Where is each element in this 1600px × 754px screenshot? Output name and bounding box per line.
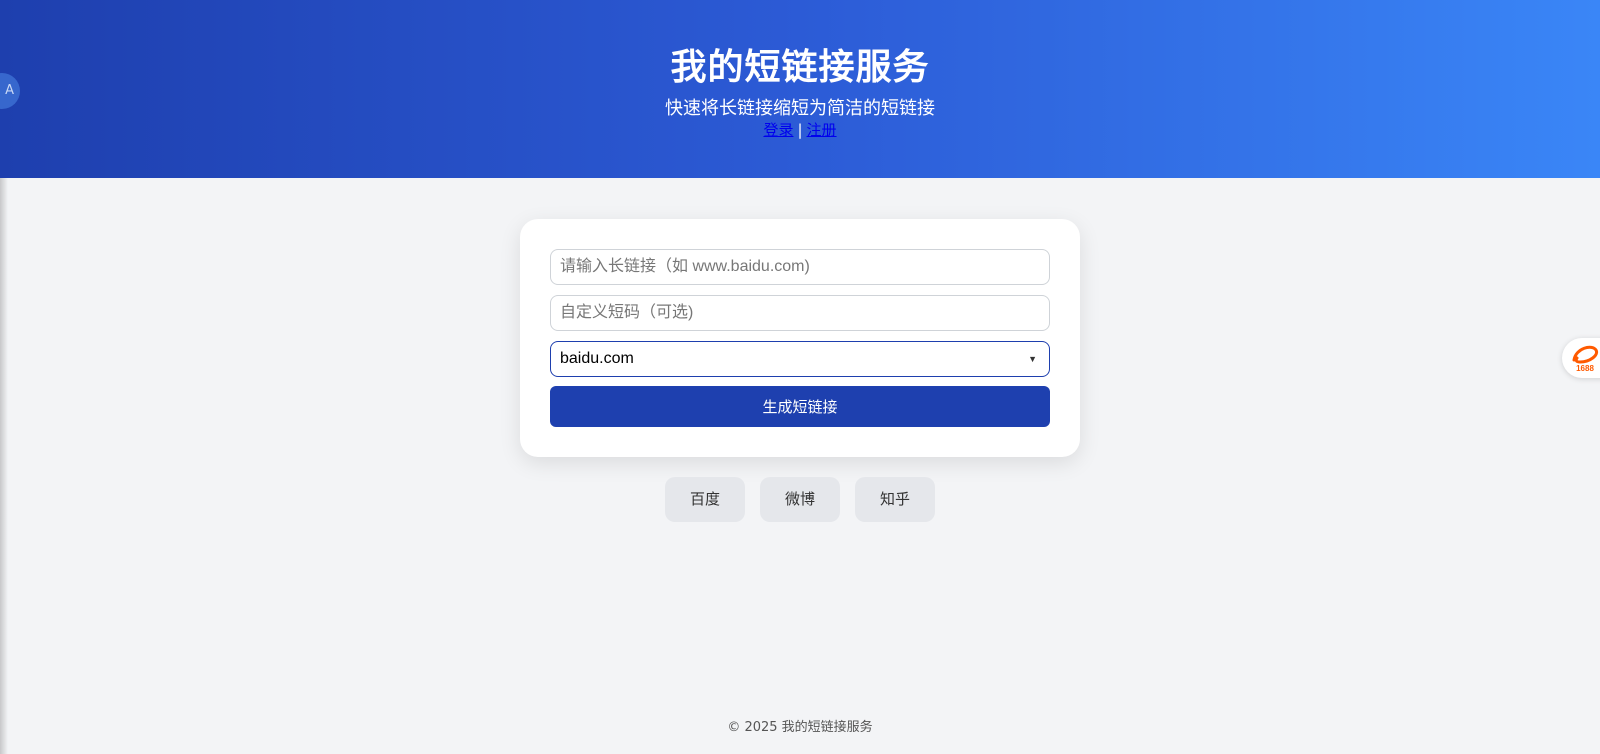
quick-link-zhihu[interactable]: 知乎	[855, 477, 935, 522]
page-subtitle: 快速将长链接缩短为简洁的短链接	[665, 98, 935, 119]
login-link[interactable]: 登录	[763, 121, 793, 139]
auth-links: 登录 | 注册	[0, 119, 1600, 140]
shorten-form-card: baidu.com ▼ 生成短链接	[520, 219, 1080, 457]
quick-link-weibo[interactable]: 微博	[760, 477, 840, 522]
quick-link-baidu[interactable]: 百度	[665, 477, 745, 522]
side-badge-label: 1688	[1576, 364, 1594, 373]
register-link[interactable]: 注册	[807, 121, 837, 139]
domain-select-value: baidu.com	[560, 350, 634, 367]
hero-header: 我的短链接服务 快速将长链接缩短为简洁的短链接 登录 | 注册	[0, 0, 1600, 178]
chevron-down-icon: ▼	[1028, 354, 1037, 364]
page-title: 我的短链接服务	[670, 47, 930, 88]
footer-copyright: © 2025 我的短链接服务	[727, 720, 873, 735]
custom-code-input[interactable]	[550, 295, 1050, 331]
long-url-input[interactable]	[550, 249, 1050, 285]
generate-short-link-button[interactable]: 生成短链接	[550, 386, 1050, 427]
side-badge-1688[interactable]: 1688	[1562, 338, 1600, 378]
auth-separator: |	[797, 121, 803, 139]
1688-logo-icon: 1688	[1572, 345, 1599, 373]
domain-select[interactable]: baidu.com ▼	[550, 341, 1050, 377]
